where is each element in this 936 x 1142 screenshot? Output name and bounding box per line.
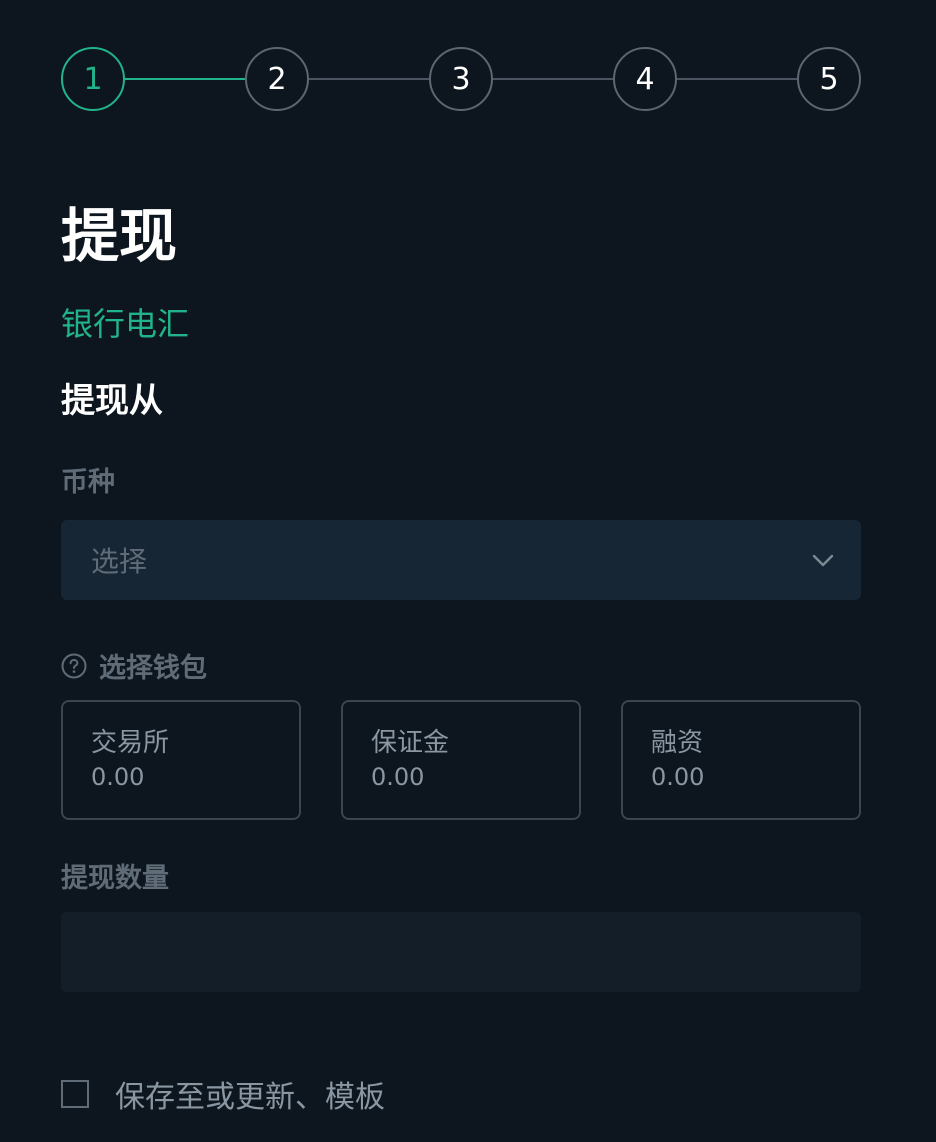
withdraw-method: 银行电汇 <box>61 305 190 343</box>
wallet-option-balance: 0.00 <box>371 763 425 791</box>
wallet-option-margin[interactable]: 保证金 0.00 <box>341 700 581 820</box>
chevron-down-icon <box>812 554 834 567</box>
wallet-option-funding[interactable]: 融资 0.00 <box>621 700 861 820</box>
wallet-option-name: 融资 <box>651 728 704 758</box>
step-connector-1-2 <box>125 78 245 80</box>
save-template-checkbox[interactable] <box>61 1080 89 1108</box>
save-template-label[interactable]: 保存至或更新、模板 <box>115 1072 385 1116</box>
step-4: 4 <box>613 47 677 111</box>
save-template-row: 保存至或更新、模板 <box>61 1072 385 1116</box>
wallet-option-exchange[interactable]: 交易所 0.00 <box>61 700 301 820</box>
step-connector-4-5 <box>677 78 797 80</box>
wallet-option-balance: 0.00 <box>651 763 705 791</box>
step-3: 3 <box>429 47 493 111</box>
wallet-label: 选择钱包 <box>99 653 207 684</box>
step-connector-2-3 <box>309 78 429 80</box>
step-5: 5 <box>797 47 861 111</box>
step-connector-3-4 <box>493 78 613 80</box>
wallet-option-name: 交易所 <box>91 728 170 758</box>
wallet-label-row: 选择钱包 <box>61 646 207 685</box>
currency-select-placeholder: 选择 <box>91 545 148 578</box>
currency-label: 币种 <box>61 467 115 498</box>
page-title: 提现 <box>61 202 178 270</box>
currency-select[interactable]: 选择 <box>61 520 861 600</box>
wallet-option-balance: 0.00 <box>91 763 145 791</box>
wallet-option-name: 保证金 <box>371 728 450 758</box>
wallet-options: 交易所 0.00 保证金 0.00 融资 0.00 <box>61 700 861 820</box>
amount-label: 提现数量 <box>61 863 169 894</box>
section-title: 提现从 <box>61 381 163 421</box>
progress-stepper: 1 2 3 4 5 <box>61 47 861 111</box>
question-circle-icon[interactable] <box>61 653 87 679</box>
amount-input[interactable] <box>61 912 861 992</box>
step-1: 1 <box>61 47 125 111</box>
step-2: 2 <box>245 47 309 111</box>
